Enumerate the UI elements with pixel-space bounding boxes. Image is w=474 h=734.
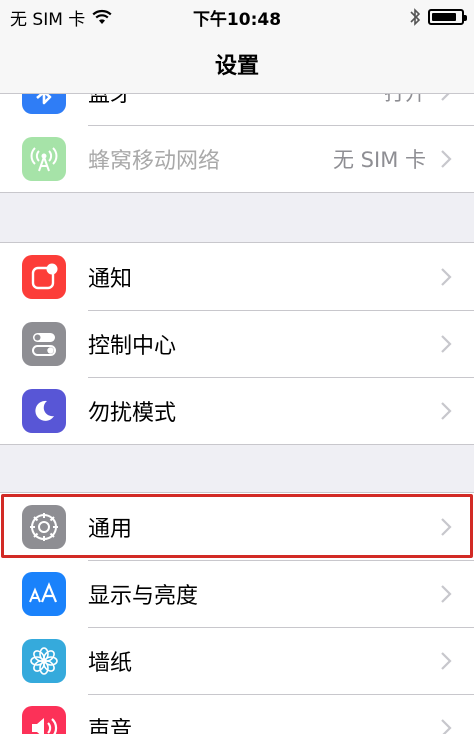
chevron-right-icon [441,267,452,286]
notifications-icon [22,255,66,299]
chevron-right-icon [441,517,452,536]
settings-row-label: 显示与亮度 [88,584,199,609]
chevron-right-icon [441,150,452,168]
battery-fill [432,13,456,21]
settings-row-wallpaper[interactable]: 墙纸 [0,627,474,694]
settings-group-notifications: 通知 控制中心 勿扰模式 [0,242,474,445]
settings-row-label: 声音 [88,718,133,734]
settings-row-cellular[interactable]: 蜂窝移动网络 无 SIM 卡 [0,125,474,192]
settings-row-sounds[interactable]: 声音 [0,694,474,734]
bluetooth-status-icon [410,8,421,26]
page-title: 设置 [214,53,259,79]
settings-row-label: 墙纸 [88,651,133,676]
settings-row-label: 通知 [88,266,133,292]
nav-bar: 设置 [0,34,474,94]
chevron-right-icon [441,652,452,670]
moon-icon [22,389,66,433]
settings-row-do-not-disturb[interactable]: 勿扰模式 [0,377,474,444]
settings-row-label: 通用 [88,516,133,542]
display-aa-icon [22,572,66,616]
settings-row-detail: 无 SIM 卡 [333,148,426,172]
settings-row-control-center[interactable]: 控制中心 [0,310,474,377]
settings-row-general[interactable]: 通用 [0,493,474,560]
control-center-icon [22,322,66,366]
wifi-icon [92,9,112,24]
cellular-antenna-icon [22,137,66,181]
chevron-right-icon [441,585,452,603]
settings-row-display-brightness[interactable]: 显示与亮度 [0,560,474,627]
settings-row-notifications[interactable]: 通知 [0,243,474,310]
chevron-right-icon [441,402,452,420]
chevron-right-icon [441,719,452,734]
settings-row-label: 勿扰模式 [88,401,177,426]
gear-icon [22,505,66,549]
settings-row-label: 控制中心 [88,334,177,359]
settings-row-label: 蜂窝移动网络 [88,149,221,174]
carrier-label: 无 SIM 卡 [10,9,86,30]
wallpaper-flower-icon [22,639,66,683]
speaker-icon [22,706,66,734]
status-bar: 无 SIM 卡 下午10:48 [0,0,474,34]
settings-group-general: 通用 显示与亮度 墙纸 声音 [0,492,474,734]
chevron-right-icon [441,335,452,353]
battery-icon [428,9,467,25]
